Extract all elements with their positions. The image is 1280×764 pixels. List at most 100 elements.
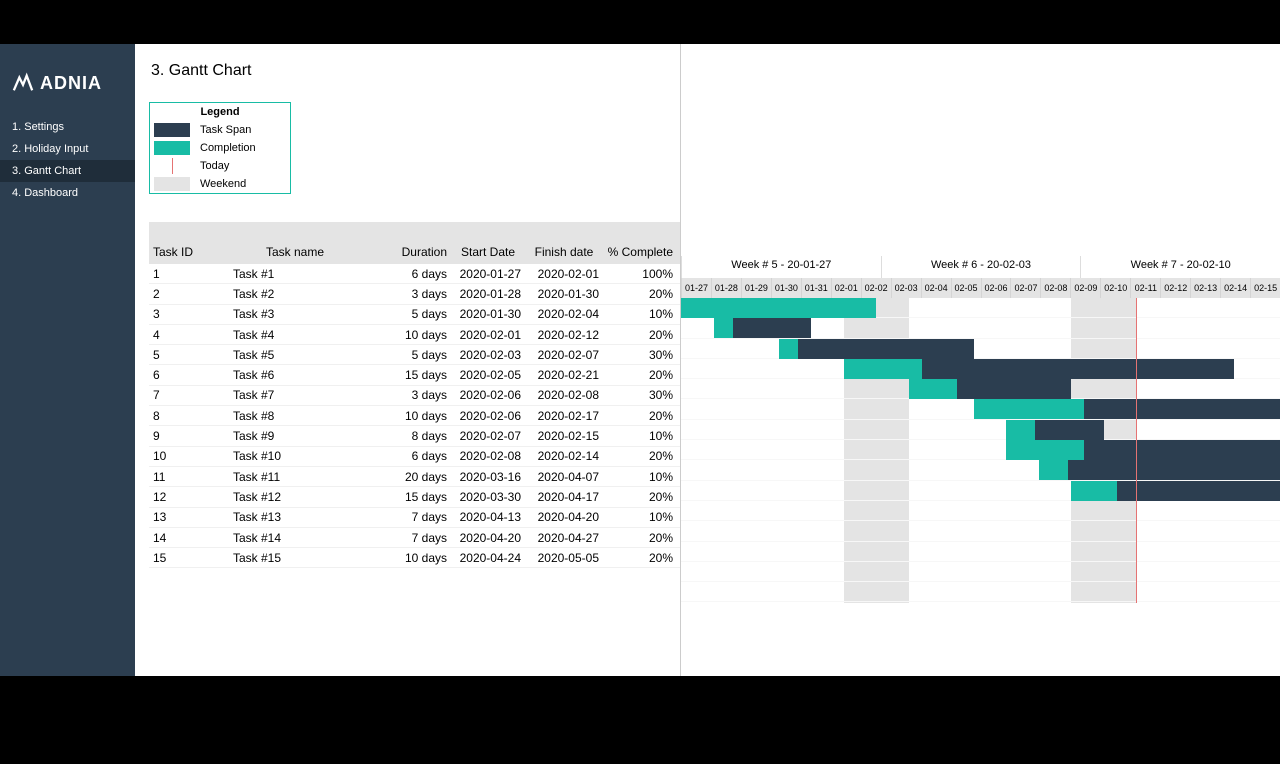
cell-dur: 8 days <box>385 429 451 443</box>
table-row[interactable]: 12Task #1215 days2020-03-302020-04-1720% <box>149 487 680 507</box>
date-cell: 01-28 <box>711 278 741 298</box>
table-row[interactable]: 7Task #73 days2020-02-062020-02-0830% <box>149 386 680 406</box>
legend-label: Completion <box>200 142 256 154</box>
cell-id: 9 <box>149 429 205 443</box>
cell-start: 2020-01-27 <box>451 267 525 281</box>
cell-dur: 10 days <box>385 328 451 342</box>
table-row[interactable]: 3Task #35 days2020-01-302020-02-0410% <box>149 305 680 325</box>
cell-id: 12 <box>149 490 205 504</box>
col-start: Start Date <box>451 245 525 259</box>
bar-completion <box>1039 460 1068 480</box>
cell-name: Task #14 <box>205 531 385 545</box>
gantt-row <box>681 460 1280 480</box>
cell-finish: 2020-02-12 <box>525 328 603 342</box>
cell-dur: 3 days <box>385 388 451 402</box>
cell-name: Task #9 <box>205 429 385 443</box>
cell-dur: 10 days <box>385 409 451 423</box>
cell-start: 2020-03-16 <box>451 470 525 484</box>
table-row[interactable]: 5Task #55 days2020-02-032020-02-0730% <box>149 345 680 365</box>
cell-name: Task #2 <box>205 287 385 301</box>
bar-completion <box>1071 481 1117 501</box>
gantt-pane[interactable]: Week # 5 - 20-01-27Week # 6 - 20-02-03We… <box>681 44 1280 676</box>
gantt-body <box>681 298 1280 603</box>
cell-name: Task #8 <box>205 409 385 423</box>
sidebar-item-2[interactable]: 3. Gantt Chart <box>0 160 135 182</box>
cell-start: 2020-02-03 <box>451 348 525 362</box>
gantt-row <box>681 440 1280 460</box>
nav-list: 1. Settings2. Holiday Input3. Gantt Char… <box>0 116 135 204</box>
table-row[interactable]: 10Task #106 days2020-02-082020-02-1420% <box>149 447 680 467</box>
table-row[interactable]: 1Task #16 days2020-01-272020-02-01100% <box>149 264 680 284</box>
cell-id: 10 <box>149 449 205 463</box>
cell-dur: 7 days <box>385 510 451 524</box>
gantt-row <box>681 318 1280 338</box>
gantt-row <box>681 339 1280 359</box>
cell-name: Task #1 <box>205 267 385 281</box>
table-row[interactable]: 15Task #1510 days2020-04-242020-05-0520% <box>149 548 680 568</box>
swatch-task <box>154 123 190 137</box>
cell-finish: 2020-02-21 <box>525 368 603 382</box>
cell-pct: 10% <box>603 470 677 484</box>
date-cell: 02-15 <box>1250 278 1280 298</box>
sidebar-item-0[interactable]: 1. Settings <box>0 116 135 138</box>
cell-pct: 30% <box>603 388 677 402</box>
date-cell: 02-11 <box>1130 278 1160 298</box>
table-row[interactable]: 8Task #810 days2020-02-062020-02-1720% <box>149 406 680 426</box>
legend-row-task: Task Span <box>150 121 290 139</box>
table-row[interactable]: 2Task #23 days2020-01-282020-01-3020% <box>149 284 680 304</box>
cell-id: 6 <box>149 368 205 382</box>
col-finish: Finish date <box>525 245 603 259</box>
cell-finish: 2020-02-17 <box>525 409 603 423</box>
date-cell: 01-27 <box>681 278 711 298</box>
gantt-row <box>681 420 1280 440</box>
today-line <box>1136 298 1137 603</box>
cell-id: 13 <box>149 510 205 524</box>
cell-name: Task #11 <box>205 470 385 484</box>
date-cell: 02-10 <box>1100 278 1130 298</box>
date-cell: 01-31 <box>801 278 831 298</box>
week-header: Week # 5 - 20-01-27Week # 6 - 20-02-03We… <box>681 256 1280 278</box>
cell-start: 2020-04-20 <box>451 531 525 545</box>
cell-finish: 2020-02-04 <box>525 307 603 321</box>
cell-start: 2020-02-07 <box>451 429 525 443</box>
cell-finish: 2020-02-08 <box>525 388 603 402</box>
cell-pct: 20% <box>603 409 677 423</box>
table-row[interactable]: 11Task #1120 days2020-03-162020-04-0710% <box>149 467 680 487</box>
date-cell: 02-06 <box>981 278 1011 298</box>
cell-finish: 2020-02-15 <box>525 429 603 443</box>
date-cell: 02-02 <box>861 278 891 298</box>
table-row[interactable]: 14Task #147 days2020-04-202020-04-2720% <box>149 528 680 548</box>
cell-pct: 20% <box>603 368 677 382</box>
cell-name: Task #6 <box>205 368 385 382</box>
table-row[interactable]: 4Task #410 days2020-02-012020-02-1220% <box>149 325 680 345</box>
cell-dur: 6 days <box>385 449 451 463</box>
table-row[interactable]: 9Task #98 days2020-02-072020-02-1510% <box>149 426 680 446</box>
col-name: Task name <box>205 245 385 259</box>
bar-completion <box>909 379 958 399</box>
table-row[interactable]: 6Task #615 days2020-02-052020-02-2120% <box>149 365 680 385</box>
date-cell: 02-05 <box>951 278 981 298</box>
legend-title: Legend <box>150 103 290 121</box>
page-title: 3. Gantt Chart <box>149 62 680 80</box>
cell-name: Task #7 <box>205 388 385 402</box>
cell-dur: 5 days <box>385 307 451 321</box>
logo-icon <box>12 72 34 94</box>
bar-completion <box>779 339 799 359</box>
gantt-row <box>681 582 1280 602</box>
gantt-row <box>681 542 1280 562</box>
cell-name: Task #5 <box>205 348 385 362</box>
cell-name: Task #10 <box>205 449 385 463</box>
cell-dur: 5 days <box>385 348 451 362</box>
cell-start: 2020-03-30 <box>451 490 525 504</box>
cell-id: 5 <box>149 348 205 362</box>
legend-label: Task Span <box>200 124 251 136</box>
sidebar-item-1[interactable]: 2. Holiday Input <box>0 138 135 160</box>
date-cell: 01-29 <box>741 278 771 298</box>
cell-pct: 10% <box>603 429 677 443</box>
cell-start: 2020-02-08 <box>451 449 525 463</box>
gantt-row <box>681 481 1280 501</box>
bar-span[interactable] <box>779 339 974 359</box>
sidebar-item-3[interactable]: 4. Dashboard <box>0 182 135 204</box>
bar-span[interactable] <box>1039 460 1280 480</box>
table-row[interactable]: 13Task #137 days2020-04-132020-04-2010% <box>149 508 680 528</box>
